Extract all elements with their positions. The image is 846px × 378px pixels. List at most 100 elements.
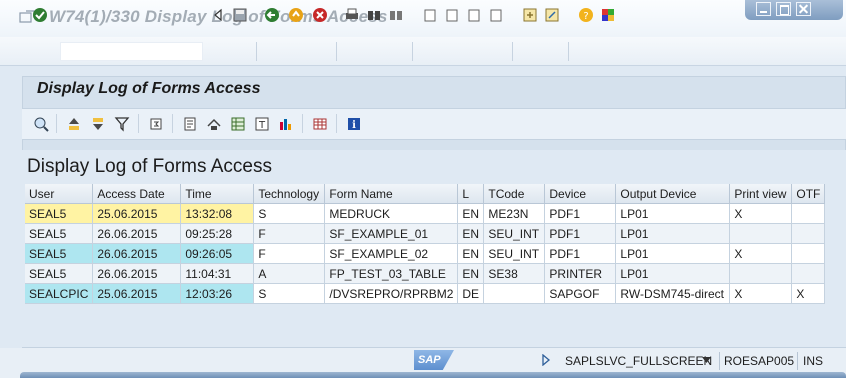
cell-form-name[interactable]: SF_EXAMPLE_01 [324, 223, 459, 244]
column-header-access-date[interactable]: Access Date [92, 184, 182, 204]
cell-device[interactable]: SAPGOF [544, 283, 617, 304]
cell-otf[interactable] [791, 203, 826, 224]
cell-language[interactable]: EN [457, 243, 485, 264]
create-session-icon[interactable] [522, 7, 538, 23]
cell-device[interactable]: PDF1 [544, 223, 617, 244]
sort-descending-icon[interactable] [90, 116, 106, 132]
column-header-user[interactable]: User [25, 184, 94, 204]
cell-print-view[interactable]: X [729, 243, 793, 264]
find-next-icon[interactable] [388, 7, 404, 23]
cell-tcode[interactable]: SEU_INT [483, 223, 546, 244]
change-layout-icon[interactable] [312, 116, 328, 132]
cell-otf[interactable] [791, 243, 826, 264]
cell-language[interactable]: EN [457, 203, 485, 224]
cell-language[interactable]: DE [457, 283, 485, 304]
cell-tcode[interactable]: SE38 [483, 263, 546, 284]
column-header-technology[interactable]: Technology [253, 184, 326, 204]
customize-layout-icon[interactable] [600, 7, 616, 23]
cancel-icon[interactable] [312, 7, 328, 23]
cell-output-device[interactable]: RW-DSM745-direct [615, 283, 731, 304]
details-icon[interactable] [33, 116, 49, 132]
cell-otf[interactable] [791, 223, 826, 244]
column-header-print-view[interactable]: Print view [729, 184, 793, 204]
cell-output-device[interactable]: LP01 [615, 223, 731, 244]
maximize-icon[interactable] [776, 2, 791, 16]
column-header-time[interactable]: Time [180, 184, 255, 204]
cell-time[interactable]: 13:32:08 [180, 203, 255, 224]
cell-language[interactable]: EN [457, 223, 485, 244]
first-page-icon[interactable] [422, 7, 438, 23]
previous-page-icon[interactable] [444, 7, 460, 23]
column-header-form-name[interactable]: Form Name [324, 184, 459, 204]
cell-access-date[interactable]: 26.06.2015 [92, 243, 182, 264]
expand-status-icon[interactable] [541, 354, 551, 366]
green-check-icon[interactable] [32, 7, 48, 23]
help-icon[interactable]: ? [578, 7, 594, 23]
word-processing-icon[interactable]: T [254, 116, 270, 132]
filter-icon[interactable] [114, 116, 130, 132]
cell-time[interactable]: 09:25:28 [180, 223, 255, 244]
cell-form-name[interactable]: /DVSREPRO/RPRBM2 [324, 283, 459, 304]
column-header-output-device[interactable]: Output Device [615, 184, 731, 204]
exit-icon[interactable] [288, 7, 304, 23]
cell-otf[interactable]: X [791, 283, 826, 304]
find-icon[interactable] [366, 7, 382, 23]
column-header-device[interactable]: Device [544, 184, 617, 204]
cell-output-device[interactable]: LP01 [615, 243, 731, 264]
table-row[interactable]: SEAL5 26.06.2015 09:25:28 F SF_EXAMPLE_0… [25, 223, 826, 244]
sort-ascending-icon[interactable] [66, 116, 82, 132]
shortcut-icon[interactable] [544, 7, 560, 23]
cell-access-date[interactable]: 25.06.2015 [92, 283, 182, 304]
column-header-language[interactable]: L [457, 184, 485, 204]
cell-print-view[interactable] [729, 263, 793, 284]
cell-time[interactable]: 12:03:26 [180, 283, 255, 304]
cell-print-view[interactable]: X [729, 203, 793, 224]
cell-user[interactable]: SEALCPIC [25, 283, 94, 304]
table-row[interactable]: SEAL5 25.06.2015 13:32:08 S MEDRUCK EN M… [25, 203, 826, 224]
cell-print-view[interactable] [729, 223, 793, 244]
graphic-icon[interactable] [278, 116, 294, 132]
cell-language[interactable]: EN [457, 263, 485, 284]
column-header-otf[interactable]: OTF [791, 184, 826, 204]
cell-form-name[interactable]: SF_EXAMPLE_02 [324, 243, 459, 264]
cell-technology[interactable]: A [253, 263, 326, 284]
next-page-icon[interactable] [466, 7, 482, 23]
cell-device[interactable]: PRINTER [544, 263, 617, 284]
info-icon[interactable]: i [346, 116, 362, 132]
cell-form-name[interactable]: FP_TEST_03_TABLE [324, 263, 459, 284]
export-icon[interactable] [206, 116, 222, 132]
last-page-icon[interactable] [488, 7, 504, 23]
back-icon[interactable] [264, 7, 280, 23]
cell-tcode[interactable]: ME23N [483, 203, 546, 224]
cell-output-device[interactable]: LP01 [615, 263, 731, 284]
spreadsheet-icon[interactable] [230, 116, 246, 132]
cell-access-date[interactable]: 25.06.2015 [92, 203, 182, 224]
cell-otf[interactable] [791, 263, 826, 284]
cell-technology[interactable]: F [253, 243, 326, 264]
cell-time[interactable]: 11:04:31 [180, 263, 255, 284]
print-icon[interactable] [344, 7, 360, 23]
minimize-icon[interactable] [756, 2, 771, 16]
cell-technology[interactable]: S [253, 283, 326, 304]
cell-print-view[interactable]: X [729, 283, 793, 304]
cell-time[interactable]: 09:26:05 [180, 243, 255, 264]
table-row[interactable]: SEALCPIC 25.06.2015 12:03:26 S /DVSREPRO… [25, 283, 826, 304]
cell-technology[interactable]: S [253, 203, 326, 224]
cell-access-date[interactable]: 26.06.2015 [92, 223, 182, 244]
table-row[interactable]: SEAL5 26.06.2015 11:04:31 A FP_TEST_03_T… [25, 263, 826, 284]
total-icon[interactable] [148, 116, 164, 132]
close-icon[interactable] [796, 2, 811, 16]
column-header-tcode[interactable]: TCode [483, 184, 546, 204]
cell-user[interactable]: SEAL5 [25, 223, 94, 244]
cell-device[interactable]: PDF1 [544, 243, 617, 264]
cell-user[interactable]: SEAL5 [25, 243, 94, 264]
cell-technology[interactable]: F [253, 223, 326, 244]
cell-device[interactable]: PDF1 [544, 203, 617, 224]
table-row[interactable]: SEAL5 26.06.2015 09:26:05 F SF_EXAMPLE_0… [25, 243, 826, 264]
print-preview-icon[interactable] [182, 116, 198, 132]
cell-tcode[interactable]: SEU_INT [483, 243, 546, 264]
command-field[interactable] [60, 42, 203, 61]
dropdown-arrow-icon[interactable] [211, 7, 227, 23]
cell-tcode[interactable] [483, 283, 546, 304]
cell-user[interactable]: SEAL5 [25, 203, 94, 224]
